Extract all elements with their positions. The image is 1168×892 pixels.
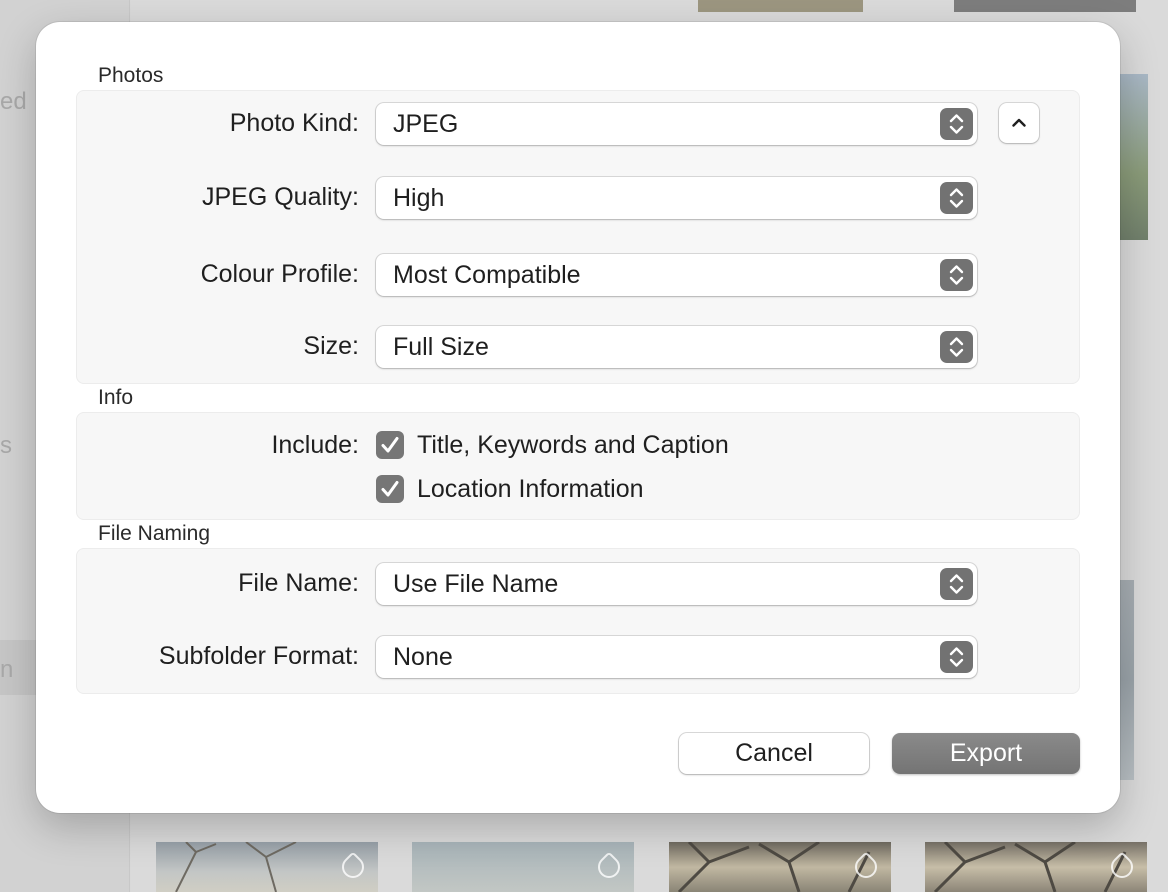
sidebar-text-fragment: ed (0, 88, 27, 115)
jpeg-quality-label: JPEG Quality: (202, 183, 359, 211)
photo-thumbnail (412, 842, 634, 892)
photos-group: Photo Kind: JPEG JPEG Quality: High Colo… (76, 90, 1080, 384)
up-down-chevron-icon (940, 568, 973, 600)
photo-kind-label: Photo Kind: (229, 109, 359, 137)
photo-thumbnail (925, 842, 1147, 892)
size-value: Full Size (393, 333, 489, 361)
photo-thumbnail (669, 842, 891, 892)
colour-profile-popup[interactable]: Most Compatible (376, 254, 977, 296)
subfolder-format-value: None (393, 643, 453, 671)
up-down-chevron-icon (940, 108, 973, 140)
sidebar-text-fragment: n (0, 656, 14, 683)
up-down-chevron-icon (940, 331, 973, 363)
checkmark-icon (381, 481, 399, 497)
collapse-options-button[interactable] (999, 103, 1039, 143)
file-name-label: File Name: (238, 569, 359, 597)
cancel-button[interactable]: Cancel (679, 733, 869, 774)
photo-kind-value: JPEG (393, 110, 459, 138)
file-naming-group: File Name: Use File Name Subfolder Forma… (76, 548, 1080, 694)
size-label: Size: (303, 332, 359, 360)
title-keywords-caption-checkbox[interactable] (376, 431, 404, 459)
include-label: Include: (271, 431, 359, 459)
file-name-value: Use File Name (393, 570, 559, 598)
info-group: Include: Title, Keywords and Caption Loc… (76, 412, 1080, 520)
jpeg-quality-popup[interactable]: High (376, 177, 977, 219)
export-dialog: Photos Photo Kind: JPEG JPEG Quality: Hi… (36, 22, 1120, 813)
section-title-photos: Photos (98, 64, 164, 87)
up-down-chevron-icon (940, 259, 973, 291)
photo-thumbnail (954, 0, 1136, 12)
size-popup[interactable]: Full Size (376, 326, 977, 368)
photo-thumbnail (156, 842, 378, 892)
file-name-popup[interactable]: Use File Name (376, 563, 977, 605)
photo-thumbnail (698, 0, 863, 12)
up-down-chevron-icon (940, 641, 973, 673)
colour-profile-label: Colour Profile: (200, 260, 359, 288)
photo-kind-popup[interactable]: JPEG (376, 103, 977, 145)
colour-profile-value: Most Compatible (393, 261, 581, 289)
sidebar-text-fragment: s (0, 432, 12, 459)
subfolder-format-popup[interactable]: None (376, 636, 977, 678)
up-down-chevron-icon (940, 182, 973, 214)
export-button[interactable]: Export (892, 733, 1080, 774)
section-title-info: Info (98, 386, 134, 409)
jpeg-quality-value: High (393, 184, 445, 212)
tag-icon (593, 851, 625, 883)
subfolder-format-label: Subfolder Format: (158, 642, 359, 670)
section-title-file-naming: File Naming (98, 522, 211, 545)
checkmark-icon (381, 437, 399, 453)
location-information-label: Location Information (417, 475, 644, 503)
title-keywords-caption-label: Title, Keywords and Caption (417, 431, 729, 459)
location-information-checkbox[interactable] (376, 475, 404, 503)
